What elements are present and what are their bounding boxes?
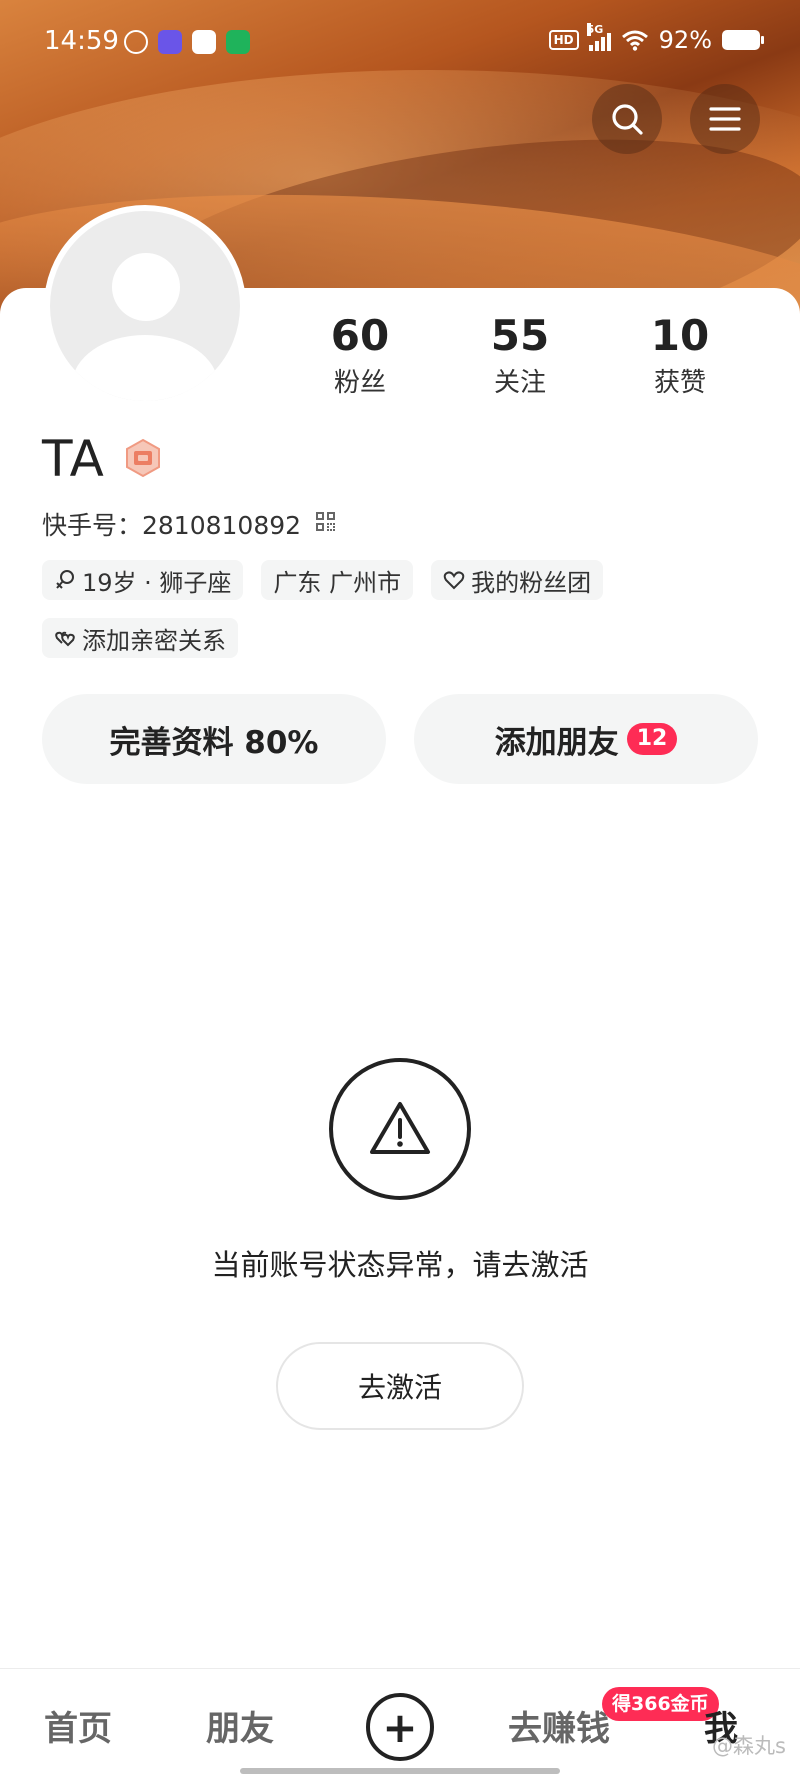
profile-card	[0, 288, 800, 1668]
qr-code-icon[interactable]	[316, 512, 336, 532]
stat-followers[interactable]: 60 粉丝	[280, 312, 440, 399]
warning-triangle-icon	[370, 1102, 430, 1154]
button-label: 去激活	[357, 1371, 442, 1404]
coin-reward-badge: 得366金币	[602, 1687, 719, 1721]
app-notification-icon	[124, 30, 148, 54]
notification-icons	[124, 30, 250, 54]
profile-tags: 19岁 · 狮子座 广东 广州市 我的粉丝团 添加亲密关系	[42, 560, 762, 658]
tag-location[interactable]: 广东 广州市	[261, 560, 414, 600]
user-id: 快手号：2810810892	[42, 511, 302, 540]
app-notification-icon	[226, 30, 250, 54]
warning-icon	[329, 1058, 471, 1200]
tag-add-relationship[interactable]: 添加亲密关系	[42, 618, 238, 658]
friend-count-badge: 12	[626, 723, 678, 755]
activate-button[interactable]: 去激活	[276, 1342, 524, 1430]
app-notification-icon	[192, 30, 216, 54]
button-label: 完善资料 80%	[109, 724, 319, 761]
hd-icon: HD	[548, 30, 579, 50]
stat-label: 粉丝	[333, 368, 386, 398]
status-bar: 14:59 HD 5G 92%	[0, 22, 800, 62]
avatar-placeholder-body	[72, 335, 218, 401]
stat-value: 10	[650, 311, 710, 360]
nav-friends[interactable]: 朋友	[206, 1701, 274, 1750]
avatar[interactable]	[44, 205, 246, 407]
button-label: 添加朋友	[494, 724, 619, 761]
add-friends-button[interactable]: 添加朋友 12	[414, 694, 758, 784]
complete-profile-button[interactable]: 完善资料 80%	[42, 694, 386, 784]
profile-stats: 60 粉丝 55 关注 10 获赞	[280, 312, 760, 399]
nav-earn[interactable]: 去赚钱	[508, 1701, 610, 1750]
nav-add-button[interactable]: +	[366, 1693, 434, 1761]
stat-likes[interactable]: 10 获赞	[600, 312, 760, 399]
home-indicator[interactable]	[240, 1768, 560, 1774]
tag-label: 添加亲密关系	[82, 626, 226, 655]
tag-label: 我的粉丝团	[471, 568, 592, 597]
nav-home[interactable]: 首页	[44, 1701, 112, 1750]
account-status-message: 当前账号状态异常，请去激活	[211, 1248, 589, 1282]
battery-icon	[722, 30, 764, 50]
battery-percent: 92%	[658, 26, 712, 54]
bottom-nav: 首页 朋友 + 去赚钱 得366金币 我	[0, 1668, 800, 1778]
heart-icon	[443, 571, 465, 590]
level-badge-icon[interactable]	[124, 438, 162, 478]
menu-icon	[709, 107, 741, 131]
signal-icon: 5G	[586, 23, 611, 51]
tag-age-zodiac[interactable]: 19岁 · 狮子座	[42, 560, 244, 600]
link-hearts-icon	[55, 631, 75, 647]
stat-label: 关注	[493, 368, 546, 398]
tag-label: 19岁 · 狮子座	[82, 568, 232, 597]
status-right: HD 5G 92%	[548, 23, 764, 54]
search-button[interactable]	[592, 84, 662, 154]
profile-actions: 完善资料 80% 添加朋友 12	[42, 694, 758, 784]
menu-button[interactable]	[690, 84, 760, 154]
status-time: 14:59	[44, 26, 119, 56]
tag-fan-club[interactable]: 我的粉丝团	[431, 560, 604, 600]
stat-following[interactable]: 55 关注	[440, 312, 600, 399]
stat-value: 55	[490, 311, 550, 360]
stat-label: 获赞	[653, 368, 706, 398]
search-icon	[612, 104, 643, 135]
wifi-icon	[621, 30, 648, 51]
avatar-placeholder-head	[112, 253, 180, 321]
watermark: @森丸s	[712, 1734, 786, 1758]
app-notification-icon	[158, 30, 182, 54]
female-icon	[56, 570, 74, 589]
stat-value: 60	[330, 311, 390, 360]
profile-name: TA	[42, 430, 105, 488]
tag-label: 广东 广州市	[273, 568, 402, 597]
